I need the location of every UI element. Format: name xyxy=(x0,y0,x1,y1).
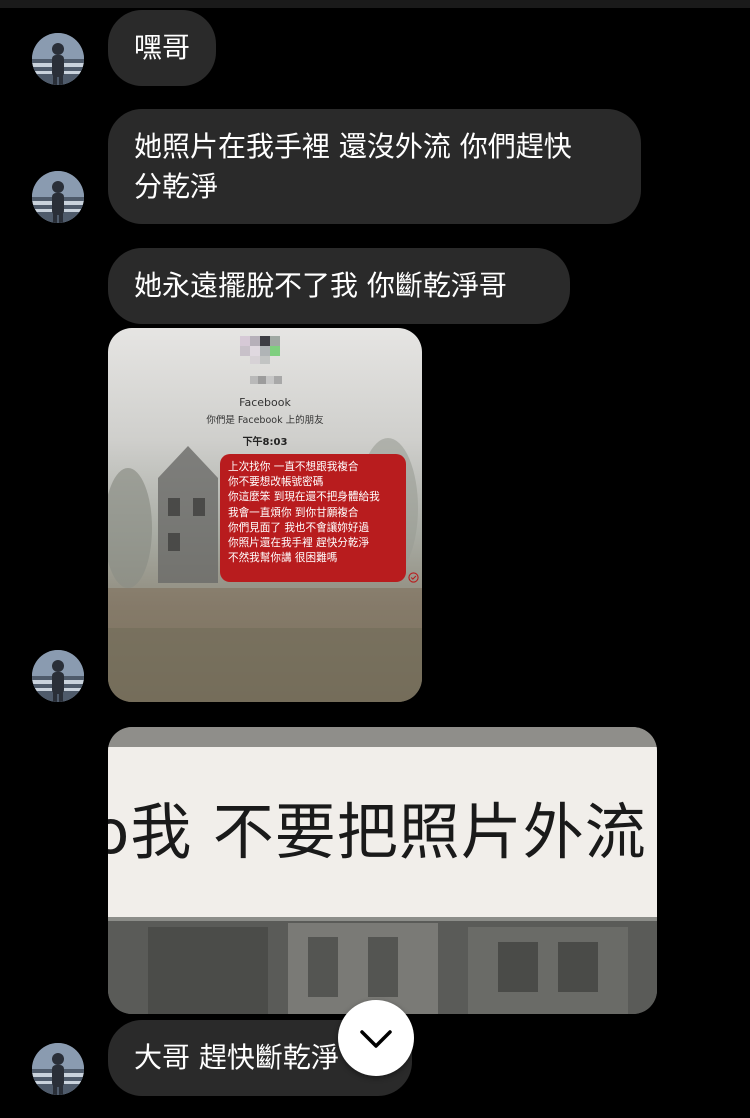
timestamp: 下午8:03 xyxy=(242,437,288,448)
quoted-line: 你不要想改帳號密碼 xyxy=(228,476,324,489)
message-bubble[interactable]: 她照片在我手裡 還沒外流 你們趕快 分乾淨 xyxy=(108,109,641,224)
quoted-line: 你這麼笨 到現在還不把身體給我 xyxy=(228,491,380,504)
avatar[interactable] xyxy=(32,1043,84,1095)
scroll-down-button[interactable] xyxy=(338,1000,414,1076)
message-bubble[interactable]: 她永遠擺脫不了我 你斷乾淨哥 xyxy=(108,248,570,324)
caption-screenshot-image[interactable]: o我 不要把照片外流 xyxy=(108,727,657,1014)
quoted-line: 上次找你 一直不想跟我複合 xyxy=(228,461,359,473)
sent-check-icon xyxy=(408,572,419,583)
friend-status: 你們是 Facebook 上的朋友 xyxy=(206,415,324,426)
avatar[interactable] xyxy=(32,33,84,85)
message-bubble[interactable]: 嘿哥 xyxy=(108,10,216,86)
chevron-down-icon xyxy=(360,1030,392,1048)
caption-text: o我 不要把照片外流 xyxy=(108,797,647,868)
avatar[interactable] xyxy=(32,171,84,223)
top-divider xyxy=(0,0,750,8)
caption-banner: o我 不要把照片外流 xyxy=(108,747,657,917)
quoted-line: 不然我幫你講 很困難嗎 xyxy=(228,552,338,565)
quoted-line: 我會一直煩你 到你甘願複合 xyxy=(228,506,359,519)
quoted-line: 你們見面了 我也不會讓妳好過 xyxy=(228,521,370,534)
quoted-line: 你照片還在我手裡 趕快分乾淨 xyxy=(228,537,370,550)
chat-screenshot-image[interactable]: Facebook 你們是 Facebook 上的朋友 下午8:03 上次找你 一… xyxy=(108,328,422,702)
avatar[interactable] xyxy=(32,650,84,702)
profile-name: Facebook xyxy=(239,396,291,409)
quoted-message: 上次找你 一直不想跟我複合 你不要想改帳號密碼 你這麼笨 到現在還不把身體給我 … xyxy=(220,454,406,582)
